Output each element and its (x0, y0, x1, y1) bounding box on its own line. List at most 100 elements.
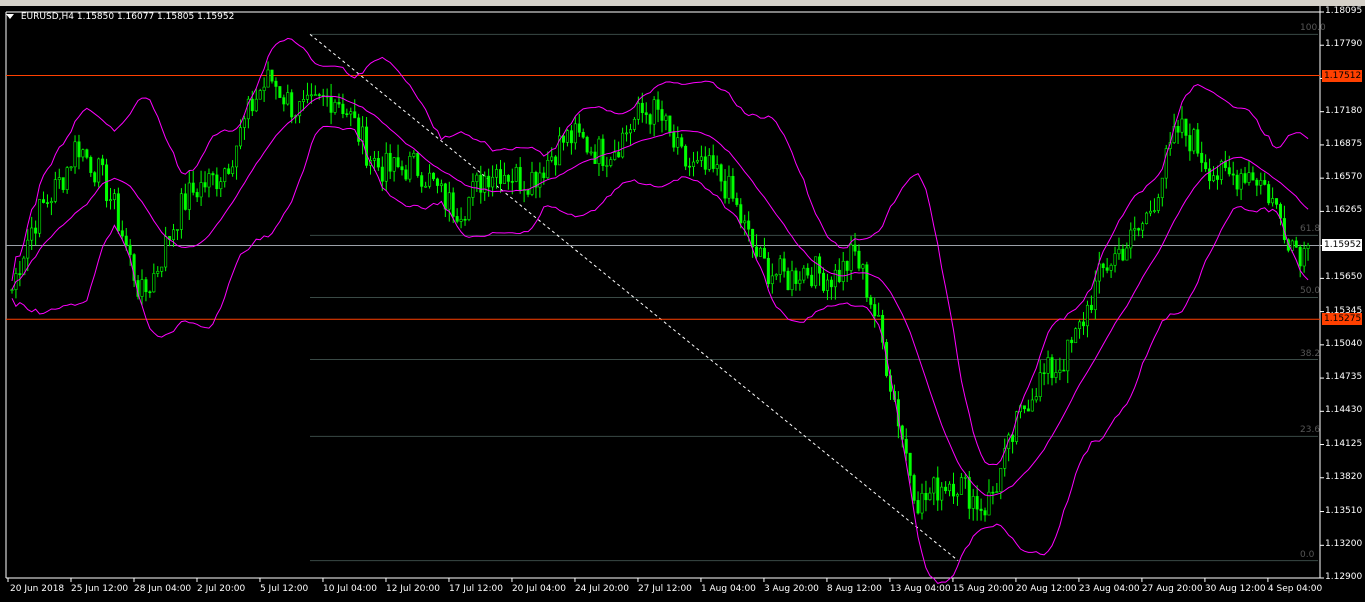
candle-body (1196, 129, 1200, 154)
candle-body (463, 218, 467, 221)
candle-body (1105, 267, 1109, 271)
candle-body (743, 220, 747, 224)
x-tick-label: 1 Aug 04:00 (700, 584, 756, 594)
candle-body (550, 156, 554, 161)
candle-body (191, 182, 195, 193)
candle-body (652, 99, 656, 125)
current-price-label: 1.15952 (1322, 239, 1362, 252)
candle-body (365, 126, 369, 166)
chart-area[interactable] (0, 6, 1365, 602)
candle-body (172, 229, 176, 240)
candle-body (61, 177, 65, 190)
candle-body (802, 267, 806, 281)
candle-body (798, 279, 802, 284)
candle-body (1271, 198, 1275, 204)
candle-body (353, 111, 357, 119)
x-tick-label: 5 Jul 12:00 (259, 584, 309, 594)
candle-body (680, 137, 684, 147)
candle-body (569, 130, 573, 144)
candle-body (459, 218, 463, 222)
candle-body (34, 227, 38, 234)
x-tick-label: 23 Aug 04:00 (1078, 584, 1140, 594)
y-tick-label: 1.14125 (1325, 438, 1363, 449)
candle-body (1278, 204, 1282, 219)
dropdown-triangle-icon[interactable] (6, 14, 14, 19)
candle-body (349, 111, 353, 115)
candle-body (845, 260, 849, 271)
candle-body (274, 80, 278, 87)
fib-level-label: 50.0 (1300, 286, 1321, 297)
candle-body (542, 172, 546, 179)
candle-body (345, 113, 349, 115)
candle-body (1208, 168, 1212, 182)
candle-body (1026, 408, 1030, 412)
candle-body (660, 109, 664, 121)
candle-body (530, 171, 534, 195)
candle-body (128, 244, 132, 255)
price-chart-svg[interactable] (0, 6, 1365, 602)
candle-body (912, 475, 916, 501)
candle-body (999, 467, 1003, 492)
candle-body (979, 508, 983, 511)
candle-body (455, 216, 459, 222)
candle-body (601, 138, 605, 167)
candle-body (916, 500, 920, 514)
candle-body (439, 183, 443, 186)
x-tick-label: 10 Jul 04:00 (322, 584, 377, 594)
candle-body (1290, 240, 1294, 251)
candle-body (1184, 118, 1188, 136)
x-tick-label: 13 Aug 04:00 (889, 584, 951, 594)
candle-body (211, 173, 215, 176)
x-tick-label: 8 Aug 12:00 (826, 584, 882, 594)
candle-body (936, 477, 940, 501)
candle-body (908, 452, 912, 476)
candle-body (333, 101, 337, 113)
candle-body (562, 135, 566, 143)
candle-body (42, 199, 46, 203)
candle-body (1235, 174, 1239, 190)
candle-body (1046, 357, 1050, 374)
candle-body (262, 86, 266, 91)
candle-body (581, 132, 585, 138)
candle-body (266, 69, 270, 88)
candle-body (57, 177, 61, 180)
x-tick-label: 25 Jun 12:00 (70, 584, 129, 594)
candle-body (77, 141, 81, 158)
candle-body (656, 99, 660, 110)
candle-body (806, 267, 810, 276)
candle-body (546, 160, 550, 179)
candle-body (372, 158, 376, 161)
candle-body (384, 152, 388, 182)
candle-body (617, 152, 621, 158)
candle-body (105, 164, 109, 202)
candle-body (975, 496, 979, 510)
candle-body (609, 159, 613, 166)
candle-body (1148, 210, 1152, 214)
candle-body (1042, 372, 1046, 375)
candle-body (242, 118, 246, 128)
candle-body (471, 181, 475, 198)
fib-level-label: 38.2 (1300, 348, 1321, 359)
candle-body (565, 130, 569, 143)
candle-body (45, 202, 49, 204)
y-tick-label: 1.16265 (1325, 205, 1363, 216)
y-tick-label: 1.13510 (1325, 505, 1363, 516)
candle-body (672, 131, 676, 148)
candle-body (250, 98, 254, 112)
candle-body (447, 192, 451, 210)
candle-body (731, 175, 735, 199)
x-tick-label: 15 Aug 20:00 (952, 584, 1014, 594)
candle-body (940, 486, 944, 501)
candle-body (1038, 372, 1042, 397)
candle-body (668, 115, 672, 133)
candle-body (282, 97, 286, 105)
candle-body (329, 96, 333, 113)
candle-body (810, 274, 814, 287)
candle-body (597, 138, 601, 164)
x-tick-label: 12 Jul 20:00 (385, 584, 440, 594)
y-tick-label: 1.17790 (1325, 39, 1363, 50)
bollinger-lower-band (11, 125, 1309, 584)
candle-body (203, 182, 207, 188)
candle-body (112, 193, 116, 200)
candle-body (1117, 248, 1121, 255)
